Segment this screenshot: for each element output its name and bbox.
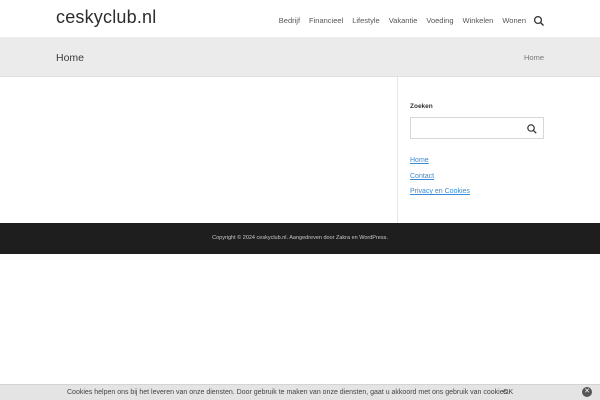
nav-item-bedrijf[interactable]: Bedrijf — [279, 16, 300, 25]
cookie-message: Cookies helpen ons bij het leveren van o… — [67, 389, 510, 396]
search-input[interactable] — [410, 117, 544, 139]
sidebar-link-privacy[interactable]: Privacy en Cookies — [410, 188, 470, 195]
sidebar-link-home[interactable]: Home — [410, 157, 470, 164]
nav-item-financieel[interactable]: Financieel — [309, 16, 343, 25]
nav-item-vakantie[interactable]: Vakantie — [389, 16, 418, 25]
close-icon[interactable]: ✕ — [582, 387, 592, 397]
main-content: Zoeken Home Contact Privacy en Cookies — [0, 77, 600, 223]
site-header: ceskyclub.nl Bedrijf Financieel Lifestyl… — [0, 0, 600, 38]
page-title: Home — [56, 52, 85, 64]
cookie-ok-button[interactable]: OK — [503, 389, 513, 396]
search-icon[interactable] — [526, 122, 538, 134]
sidebar-links: Home Contact Privacy en Cookies — [410, 157, 470, 204]
site-footer: Copyright © 2024 ceskyclub.nl. Aangedrev… — [0, 223, 600, 254]
search-icon[interactable] — [533, 14, 545, 26]
nav-item-voeding[interactable]: Voeding — [426, 16, 453, 25]
sidebar-link-contact[interactable]: Contact — [410, 173, 470, 180]
site-title[interactable]: ceskyclub.nl — [56, 7, 156, 28]
search-widget-title: Zoeken — [410, 103, 433, 110]
cookie-bar: Cookies helpen ons bij het leveren van o… — [0, 384, 600, 400]
breadcrumb[interactable]: Home — [524, 53, 544, 62]
nav-item-wonen[interactable]: Wonen — [502, 16, 526, 25]
copyright-text: Copyright © 2024 ceskyclub.nl. Aangedrev… — [212, 235, 388, 241]
sidebar-divider — [397, 77, 398, 223]
nav-item-winkelen[interactable]: Winkelen — [463, 16, 494, 25]
page-header: Home Home — [0, 38, 600, 77]
nav-item-lifestyle[interactable]: Lifestyle — [352, 16, 380, 25]
main-nav: Bedrijf Financieel Lifestyle Vakantie Vo… — [270, 14, 545, 26]
